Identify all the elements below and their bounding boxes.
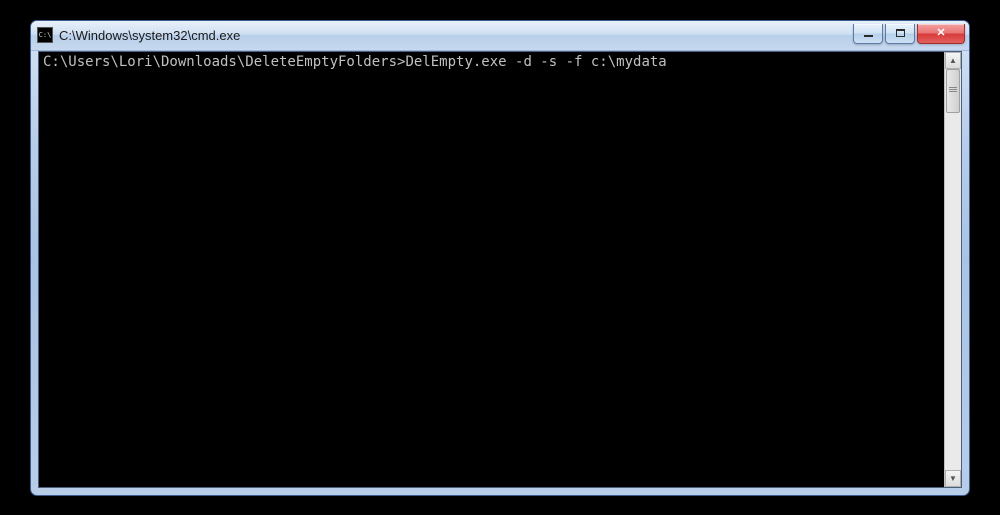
scroll-down-button[interactable]: ▼	[945, 470, 961, 487]
close-icon: ✕	[936, 28, 945, 39]
close-button[interactable]: ✕	[917, 24, 965, 44]
scroll-grip-icon	[949, 87, 957, 95]
window-title: C:\Windows\system32\cmd.exe	[59, 28, 853, 43]
maximize-button[interactable]	[885, 24, 915, 44]
terminal-output[interactable]: C:\Users\Lori\Downloads\DeleteEmptyFolde…	[39, 52, 944, 487]
window-titlebar[interactable]: C:\ C:\Windows\system32\cmd.exe ✕	[31, 21, 969, 51]
command-text: DelEmpty.exe -d -s -f c:\mydata	[405, 54, 666, 70]
window-controls: ✕	[853, 24, 965, 44]
prompt-text: C:\Users\Lori\Downloads\DeleteEmptyFolde…	[43, 54, 405, 70]
vertical-scrollbar[interactable]: ▲ ▼	[944, 52, 961, 487]
minimize-button[interactable]	[853, 24, 883, 44]
minimize-icon	[864, 34, 873, 37]
client-area: C:\Users\Lori\Downloads\DeleteEmptyFolde…	[38, 51, 962, 488]
cmd-window: C:\ C:\Windows\system32\cmd.exe ✕ C:\Use…	[30, 20, 970, 496]
cmd-icon-text: C:\	[39, 32, 52, 39]
scroll-thumb[interactable]	[946, 69, 960, 113]
cmd-app-icon: C:\	[37, 27, 53, 43]
scroll-up-button[interactable]: ▲	[945, 52, 961, 69]
scroll-track[interactable]	[945, 69, 961, 470]
maximize-icon	[896, 29, 905, 37]
